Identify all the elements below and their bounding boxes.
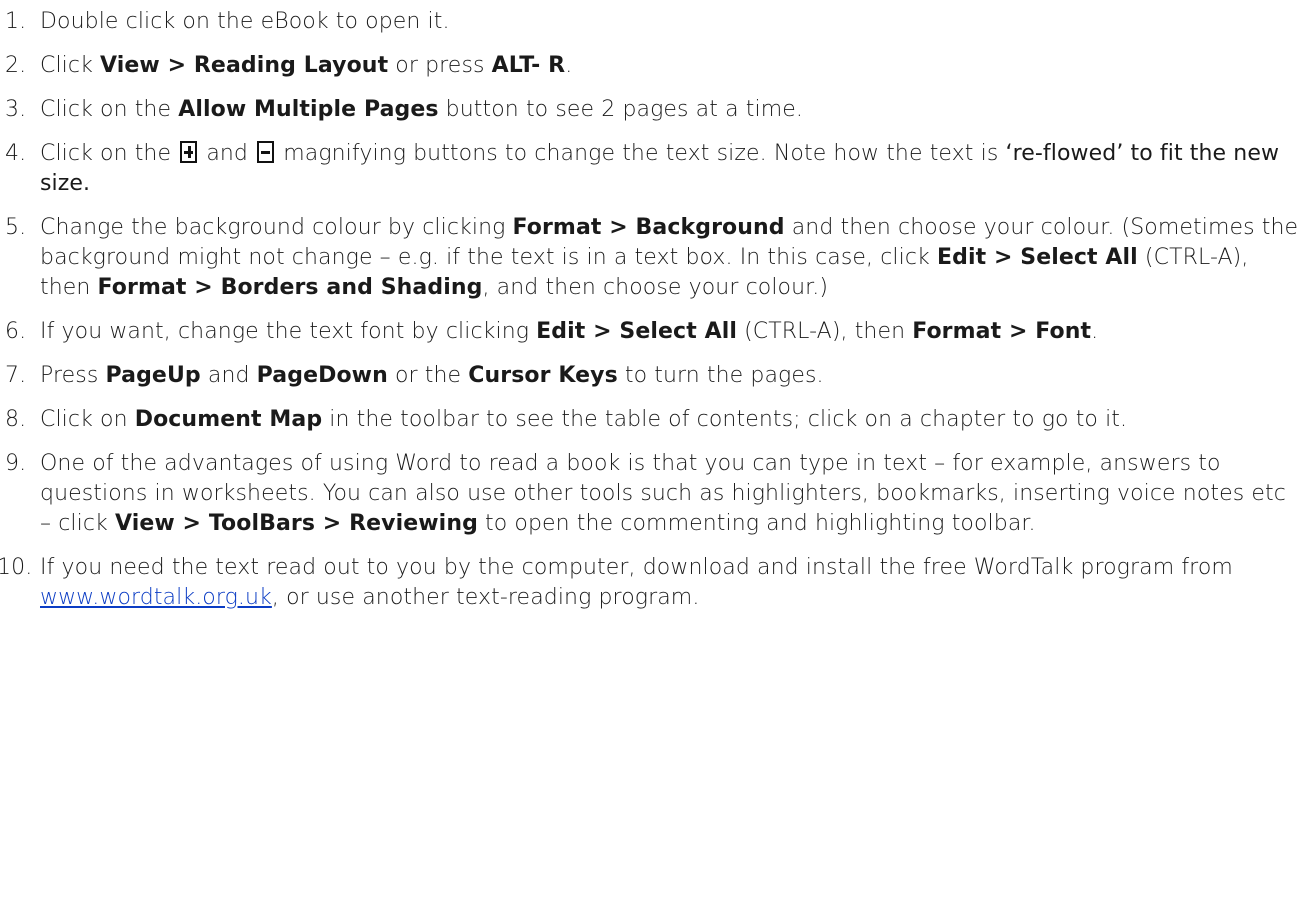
item-text: (CTRL-A), then — [736, 319, 913, 344]
item-text: , or use another text-reading program. — [271, 585, 700, 610]
document-page: 1. Double click on the eBook to open it.… — [0, 0, 1310, 919]
item-number: 6. — [5, 319, 27, 344]
list-item: 2. Click View > Reading Layout or press … — [0, 51, 1310, 81]
item-number: 5. — [5, 215, 27, 240]
menu-path: Format > Borders and Shading — [97, 275, 483, 300]
item-number: 9. — [5, 451, 27, 476]
menu-path: Edit > Select All — [936, 245, 1138, 270]
item-text: If you need the text read out to you by … — [40, 555, 1233, 580]
item-text: Click — [40, 53, 101, 78]
menu-path: Format > Background — [512, 215, 785, 240]
wordtalk-link[interactable]: www.wordtalk.org.uk — [40, 585, 272, 610]
item-text: or the — [387, 363, 469, 388]
menu-path: View > ToolBars > Reviewing — [114, 511, 478, 536]
item-text: Change the background colour by clicking — [40, 215, 513, 240]
minus-icon — [257, 141, 275, 163]
item-text: and — [200, 363, 257, 388]
item-text: button to see 2 pages at a time. — [438, 97, 803, 122]
plus-icon — [180, 141, 198, 163]
list-item: 5. Change the background colour by click… — [0, 213, 1310, 303]
item-text: to open the commenting and highlighting … — [477, 511, 1036, 536]
button-name: Allow Multiple Pages — [178, 97, 439, 122]
list-item: 1. Double click on the eBook to open it. — [0, 7, 1310, 37]
item-number: 1. — [5, 9, 27, 34]
menu-path: View > Reading Layout — [100, 53, 389, 78]
item-number: 10. — [0, 555, 33, 580]
key-name: Cursor Keys — [468, 363, 618, 388]
menu-path: Edit > Select All — [536, 319, 737, 344]
item-text: If you want, change the text font by cli… — [40, 319, 537, 344]
item-number: 4. — [5, 141, 27, 166]
item-text: Click on the — [40, 97, 179, 122]
list-item: 4. Click on the and magnifying buttons t… — [0, 139, 1310, 199]
list-item: 9. One of the advantages of using Word t… — [0, 449, 1310, 539]
shortcut-key: ALT- R — [491, 53, 566, 78]
list-item: 8. Click on Document Map in the toolbar … — [0, 405, 1310, 435]
list-item: 6. If you want, change the text font by … — [0, 317, 1310, 347]
item-text: , and then choose your colour.) — [482, 275, 829, 300]
item-number: 7. — [5, 363, 27, 388]
key-name: PageDown — [256, 363, 388, 388]
item-text: . — [565, 53, 573, 78]
item-text: magnifying buttons to change the text si… — [283, 141, 1006, 166]
item-text: to turn the pages. — [617, 363, 824, 388]
item-text: Click on the — [40, 141, 172, 166]
list-item: 10. If you need the text read out to you… — [0, 553, 1310, 613]
key-name: PageUp — [105, 363, 201, 388]
list-item: 7. Press PageUp and PageDown or the Curs… — [0, 361, 1310, 391]
item-text: Double click on the eBook to open it. — [40, 9, 450, 34]
item-number: 2. — [5, 53, 27, 78]
menu-path: Format > Font — [912, 319, 1092, 344]
list-item: 3. Click on the Allow Multiple Pages but… — [0, 95, 1310, 125]
item-text: . — [1091, 319, 1099, 344]
item-text: Click on — [40, 407, 135, 432]
item-number: 8. — [5, 407, 27, 432]
item-text: Press — [40, 363, 106, 388]
item-text: and — [206, 141, 249, 166]
item-text: or press — [388, 53, 492, 78]
feature-name: Document Map — [134, 407, 323, 432]
item-number: 3. — [5, 97, 27, 122]
item-text: in the toolbar to see the table of conte… — [322, 407, 1128, 432]
